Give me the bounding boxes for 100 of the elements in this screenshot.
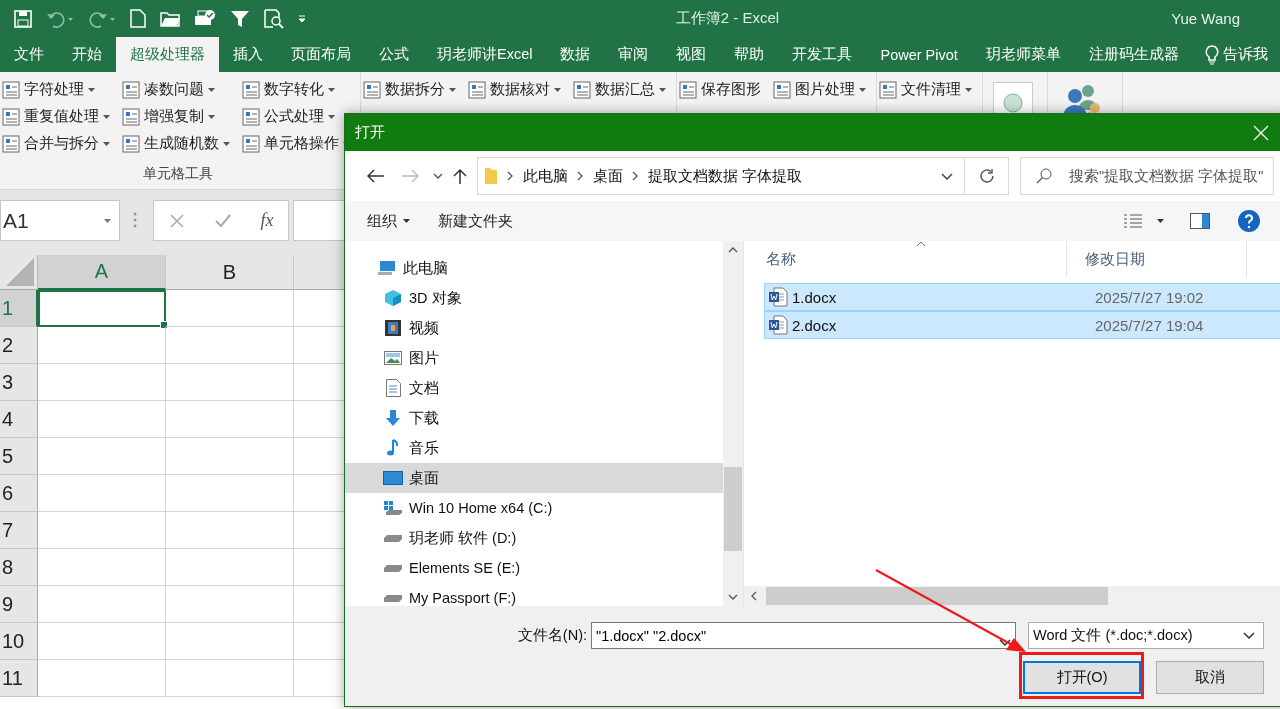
sheet-cell[interactable] bbox=[166, 475, 294, 512]
file-row[interactable]: 2.docx 2025/7/27 19:04 bbox=[764, 311, 1280, 339]
dropdown-chevron-icon[interactable] bbox=[999, 639, 1011, 646]
ribbon-button[interactable]: 数据拆分 bbox=[363, 76, 460, 103]
sheet-cell[interactable] bbox=[166, 586, 294, 623]
column-header[interactable]: 修改日期 bbox=[1067, 241, 1247, 277]
row-header[interactable]: 7 bbox=[0, 512, 38, 549]
tell-me-box[interactable]: 告诉我 bbox=[1204, 37, 1268, 72]
folder-icon[interactable] bbox=[160, 10, 180, 27]
breadcrumb-item[interactable]: 此电脑 bbox=[523, 166, 568, 186]
sheet-cell[interactable] bbox=[166, 401, 294, 438]
row-header[interactable]: 1 bbox=[0, 290, 38, 327]
sheet-cell[interactable] bbox=[166, 327, 294, 364]
ribbon-tab[interactable]: 插入 bbox=[219, 37, 277, 72]
cancel-button[interactable]: 取消 bbox=[1156, 661, 1264, 694]
scroll-down-icon[interactable] bbox=[728, 594, 738, 600]
ribbon-button[interactable]: 数字转化 bbox=[242, 76, 354, 103]
nav-item[interactable]: Win 10 Home x64 (C:) bbox=[345, 493, 723, 523]
nav-item[interactable]: Elements SE (E:) bbox=[345, 553, 723, 583]
file-type-select[interactable]: Word 文件 (*.doc;*.docx) bbox=[1028, 622, 1264, 649]
ribbon-button[interactable]: 增强复制 bbox=[122, 103, 234, 130]
sheet-cell[interactable] bbox=[38, 438, 166, 475]
row-header[interactable]: 5 bbox=[0, 438, 38, 475]
sheet-cell[interactable] bbox=[166, 660, 294, 697]
new-file-icon[interactable] bbox=[130, 9, 146, 28]
ribbon-tab[interactable]: 数据 bbox=[546, 37, 605, 72]
sheet-cell[interactable] bbox=[38, 364, 166, 401]
sheet-cell[interactable] bbox=[166, 512, 294, 549]
breadcrumb-item[interactable]: 提取文档数据 字体提取 bbox=[648, 166, 803, 186]
nav-item[interactable]: My Passport (F:) bbox=[345, 583, 723, 606]
save-icon[interactable] bbox=[14, 9, 32, 28]
ribbon-button[interactable]: 生成随机数 bbox=[122, 130, 234, 157]
sheet-cell[interactable] bbox=[38, 586, 166, 623]
ribbon-button[interactable]: 公式处理 bbox=[242, 103, 354, 130]
ribbon-tab[interactable]: 玥老师讲Excel bbox=[423, 37, 547, 72]
sheet-cell[interactable] bbox=[166, 290, 294, 327]
ribbon-button[interactable]: 图片处理 bbox=[773, 76, 870, 103]
preview-pane-icon[interactable] bbox=[1190, 213, 1210, 229]
organize-menu[interactable]: 组织 bbox=[367, 211, 410, 231]
help-icon[interactable] bbox=[1238, 210, 1260, 232]
redo-icon[interactable] bbox=[88, 9, 116, 28]
refresh-button[interactable] bbox=[965, 157, 1009, 195]
ribbon-tab[interactable]: Power Pivot bbox=[866, 37, 972, 72]
row-header[interactable]: 10 bbox=[0, 623, 38, 660]
view-options-icon[interactable] bbox=[1123, 213, 1143, 229]
ribbon-tab[interactable]: 文件 bbox=[0, 37, 58, 72]
ribbon-tab[interactable]: 公式 bbox=[365, 37, 423, 72]
nav-item[interactable]: 文档 bbox=[345, 373, 723, 403]
sheet-cell[interactable] bbox=[38, 512, 166, 549]
row-header[interactable]: 9 bbox=[0, 586, 38, 623]
row-header[interactable]: 3 bbox=[0, 364, 38, 401]
nav-item[interactable]: 下载 bbox=[345, 403, 723, 433]
ribbon-tab[interactable]: 页面布局 bbox=[277, 37, 365, 72]
ribbon-tab[interactable]: 帮助 bbox=[720, 37, 779, 72]
sheet-cell[interactable] bbox=[38, 660, 166, 697]
ribbon-button[interactable]: 字符处理 bbox=[2, 76, 114, 103]
nav-item[interactable]: 图片 bbox=[345, 343, 723, 373]
ribbon-button[interactable]: 重复值处理 bbox=[2, 103, 114, 130]
name-box[interactable]: A1 bbox=[0, 200, 120, 241]
ribbon-tab[interactable]: 注册码生成器 bbox=[1074, 37, 1193, 72]
ribbon-tab[interactable]: 开始 bbox=[58, 37, 116, 72]
print-preview-icon[interactable] bbox=[264, 8, 284, 29]
nav-item[interactable]: 3D 对象 bbox=[345, 283, 723, 313]
breadcrumb-item[interactable]: 桌面 bbox=[593, 166, 623, 186]
ribbon-tab[interactable]: 玥老师菜单 bbox=[971, 37, 1075, 72]
ribbon-tab[interactable]: 审阅 bbox=[604, 37, 663, 72]
user-name[interactable]: Yue Wang bbox=[1171, 10, 1240, 27]
nav-item[interactable]: 玥老师 软件 (D:) bbox=[345, 523, 723, 553]
insert-function-button[interactable]: fx bbox=[260, 210, 274, 231]
ribbon-button[interactable]: 保存图形 bbox=[679, 76, 765, 103]
ribbon-button[interactable]: 合并与拆分 bbox=[2, 130, 114, 157]
ribbon-button[interactable]: 数据核对 bbox=[468, 76, 565, 103]
customize-caret-icon[interactable] bbox=[298, 14, 306, 23]
address-bar[interactable]: 此电脑 桌面 提取文档数据 字体提取 bbox=[477, 157, 965, 195]
ribbon-button[interactable]: 凑数问题 bbox=[122, 76, 234, 103]
ribbon-tab[interactable]: 超级处理器 bbox=[116, 37, 219, 72]
open-button[interactable]: 打开(O) bbox=[1023, 661, 1141, 694]
horizontal-scrollbar[interactable] bbox=[744, 586, 1280, 606]
sheet-cell[interactable] bbox=[38, 327, 166, 364]
sheet-cell[interactable] bbox=[166, 364, 294, 401]
scroll-thumb[interactable] bbox=[766, 587, 1108, 605]
active-cell[interactable] bbox=[38, 290, 166, 327]
row-header[interactable]: 4 bbox=[0, 401, 38, 438]
ribbon-button[interactable]: 数据汇总 bbox=[573, 76, 670, 103]
row-header[interactable]: 11 bbox=[0, 660, 38, 697]
ribbon-button[interactable]: 文件清理 bbox=[879, 76, 976, 103]
check-icon[interactable] bbox=[213, 212, 232, 229]
nav-item[interactable]: 此电脑 bbox=[345, 253, 723, 283]
scroll-left-icon[interactable] bbox=[751, 591, 757, 601]
ribbon-tab[interactable]: 开发工具 bbox=[778, 37, 867, 72]
vertical-scrollbar[interactable] bbox=[723, 241, 744, 606]
search-field[interactable]: 搜索"提取文档数据 字体提取" bbox=[1020, 157, 1274, 195]
sheet-cell[interactable] bbox=[38, 623, 166, 660]
scroll-thumb[interactable] bbox=[724, 467, 742, 551]
column-header[interactable]: 名称 bbox=[748, 241, 1067, 277]
cancel-icon[interactable] bbox=[168, 212, 185, 229]
row-header[interactable]: 2 bbox=[0, 327, 38, 364]
sheet-cell[interactable] bbox=[38, 549, 166, 586]
ribbon-tab[interactable]: 视图 bbox=[662, 37, 721, 72]
sheet-cell[interactable] bbox=[166, 549, 294, 586]
